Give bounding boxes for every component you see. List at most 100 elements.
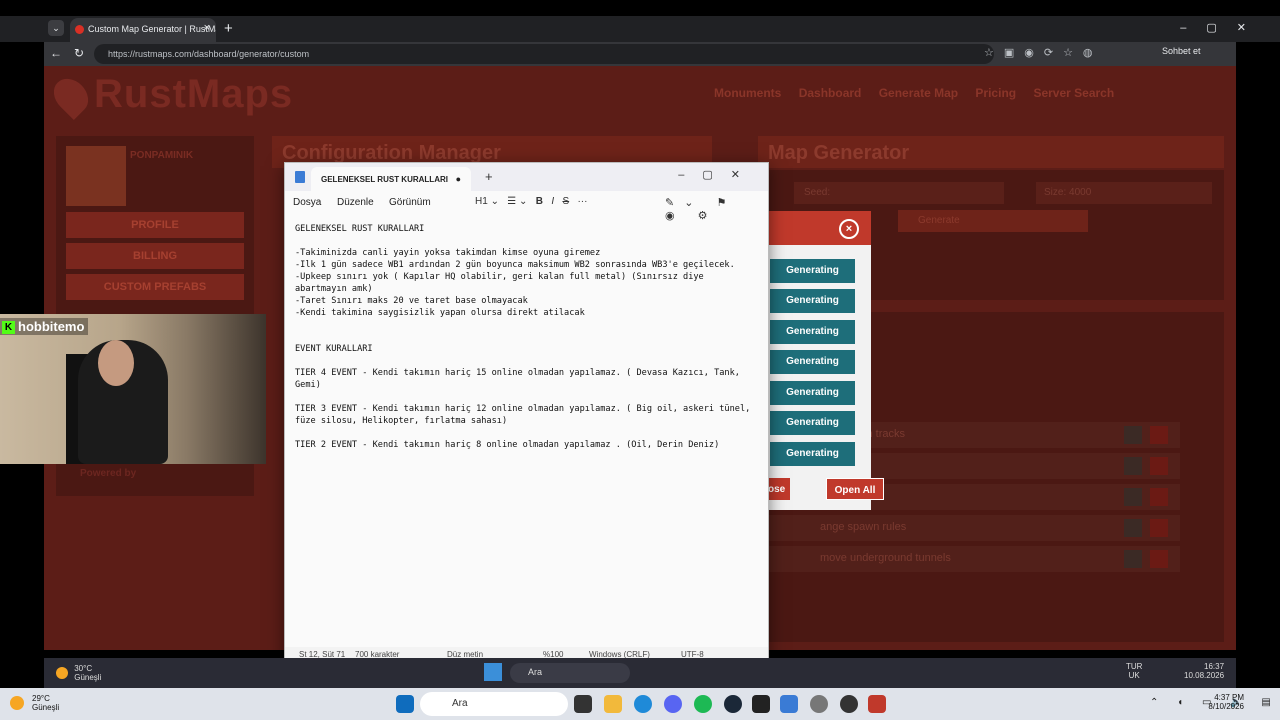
nav-server-search[interactable]: Server Search (1033, 86, 1114, 100)
unsaved-dot-icon: ● (455, 174, 461, 184)
terminal-icon[interactable] (752, 695, 770, 713)
notepad-icon (295, 171, 305, 183)
billing-button[interactable]: BILLING (66, 243, 244, 269)
nav-generate-map[interactable]: Generate Map (879, 86, 958, 100)
settings-icon[interactable] (810, 695, 828, 713)
text-line: Gemi) (295, 380, 321, 390)
nav-buttons[interactable]: ←↻ (50, 46, 96, 60)
close-icon[interactable] (1150, 519, 1168, 537)
menu-edit[interactable]: Düzenle (337, 197, 374, 208)
generating-button[interactable]: Generating (770, 259, 855, 283)
close-icon[interactable] (1150, 550, 1168, 568)
window-controls[interactable]: –▢✕ (678, 168, 758, 181)
extension-icons[interactable]: ☆▣◉⟳☆◍ (984, 46, 1103, 59)
sun-icon (56, 667, 68, 679)
notepad-tab[interactable]: GELENEKSEL RUST KURALLARI ● (311, 167, 471, 191)
lang-indicator[interactable]: TUR UK (1126, 662, 1142, 680)
notepad-window: GELENEKSEL RUST KURALLARI ● + –▢✕ Dosya D… (284, 162, 769, 663)
avatar (66, 146, 126, 206)
inner-taskbar: 30°C Güneşli Ara TUR UK 16:37 10.08.2026 (44, 658, 1236, 688)
generating-button[interactable]: Generating (770, 320, 855, 344)
text-line: -Taret Sınırı maks 20 ve taret base olma… (295, 296, 528, 306)
option-row[interactable]: ange spawn rules (760, 515, 1180, 541)
chat-button[interactable]: Sohbet et (1162, 46, 1201, 56)
close-tab-icon[interactable]: × (204, 22, 210, 34)
address-bar[interactable]: https://rustmaps.com/dashboard/generator… (94, 44, 994, 64)
nav-dashboard[interactable]: Dashboard (799, 86, 862, 100)
steam-icon[interactable] (724, 695, 742, 713)
username: PONPAMINIK (130, 150, 194, 161)
sun-icon (10, 696, 24, 710)
notepad-icon[interactable] (780, 695, 798, 713)
text-line (295, 331, 765, 343)
site-logo[interactable]: RustMaps (46, 72, 293, 121)
tab-search-button[interactable]: ⌄ (48, 20, 64, 36)
check-icon[interactable] (1124, 519, 1142, 537)
task-view-icon[interactable] (574, 695, 592, 713)
obs-icon[interactable] (840, 695, 858, 713)
generating-button[interactable]: Generating (770, 350, 855, 374)
text-line (295, 355, 765, 367)
favicon-icon (75, 25, 84, 34)
inner-clock[interactable]: 16:37 10.08.2026 (1184, 662, 1224, 680)
kick-icon: K (2, 321, 15, 335)
generating-button[interactable]: Generating (770, 381, 855, 405)
new-tab-button[interactable]: + (485, 169, 493, 184)
check-icon[interactable] (1124, 488, 1142, 506)
new-tab-button[interactable]: + (224, 20, 233, 37)
dialog-close-button[interactable]: ose (768, 478, 790, 500)
notepad-right-tools[interactable]: ✎⌄ ⚑ ◉ ⚙ (665, 196, 768, 222)
nav-pricing[interactable]: Pricing (975, 86, 1016, 100)
generating-button[interactable]: Generating (770, 411, 855, 435)
custom-prefabs-button[interactable]: CUSTOM PREFABS (66, 274, 244, 300)
text-line: -Kendi takimina saygisizlik yapan olursa… (295, 308, 585, 318)
text-line (295, 235, 765, 247)
window-controls[interactable]: –▢✕ (1180, 21, 1266, 34)
spotify-icon[interactable] (694, 695, 712, 713)
text-line (295, 427, 765, 439)
generating-dialog: × Generating Generating Generating Gener… (768, 211, 884, 510)
text-line: -Takiminizda canli yayin yoksa takimdan … (295, 248, 601, 258)
notepad-text-area[interactable]: GELENEKSEL RUST KURALLARI -Takiminizda ca… (295, 223, 765, 643)
text-line (295, 319, 765, 331)
generate-button[interactable]: Generate (898, 210, 1088, 232)
nav-monuments[interactable]: Monuments (714, 86, 781, 100)
url-text: https://rustmaps.com/dashboard/generator… (108, 49, 310, 59)
inner-search[interactable]: Ara (510, 663, 630, 683)
start-icon[interactable] (396, 695, 414, 713)
check-icon[interactable] (1124, 426, 1142, 444)
close-icon[interactable]: × (839, 219, 859, 239)
browser-tab[interactable]: Custom Map Generator | RustMap × (70, 18, 216, 42)
generating-button[interactable]: Generating (770, 289, 855, 313)
menu-file[interactable]: Dosya (293, 197, 321, 208)
text-line: TIER 4 EVENT - Kendi takımın hariç 15 on… (295, 368, 740, 378)
open-all-button[interactable]: Open All (826, 478, 884, 500)
rust-icon[interactable] (868, 695, 886, 713)
close-icon[interactable] (1150, 457, 1168, 475)
file-explorer-icon[interactable] (604, 695, 622, 713)
format-toolbar[interactable]: H1 ⌄ ☰ ⌄ B I S ··· (475, 196, 587, 207)
generating-button[interactable]: Generating (770, 442, 855, 466)
check-icon[interactable] (1124, 457, 1142, 475)
close-icon[interactable] (1150, 426, 1168, 444)
edge-icon[interactable] (634, 695, 652, 713)
powered-by: Powered by (80, 468, 137, 479)
text-line: abartmayın amk) (295, 284, 373, 294)
menu-view[interactable]: Görünüm (389, 197, 431, 208)
seed-field[interactable]: Seed: (794, 182, 1004, 204)
option-row[interactable]: move underground tunnels (760, 546, 1180, 572)
text-line: -Ilk 1 gün sadece WB1 ardından 2 gün boy… (295, 260, 735, 270)
text-line: GELENEKSEL RUST KURALLARI (295, 224, 425, 234)
taskbar-clock[interactable]: 4:37 PM 8/10/2026 (1208, 693, 1244, 711)
close-icon[interactable] (1150, 488, 1168, 506)
profile-button[interactable]: PROFILE (66, 212, 244, 238)
discord-icon[interactable] (664, 695, 682, 713)
text-line: EVENT KURALLARI (295, 344, 373, 354)
check-icon[interactable] (1124, 550, 1142, 568)
size-field[interactable]: Size: 4000 (1036, 182, 1212, 204)
start-icon[interactable] (484, 663, 502, 681)
inner-weather: 30°C Güneşli (56, 664, 101, 682)
text-line: TIER 2 EVENT - Kendi takımın hariç 8 onl… (295, 440, 720, 450)
taskbar-search[interactable]: Ara (420, 692, 568, 716)
notepad-menubar: Dosya Düzenle Görünüm H1 ⌄ ☰ ⌄ B I S ···… (285, 191, 768, 222)
